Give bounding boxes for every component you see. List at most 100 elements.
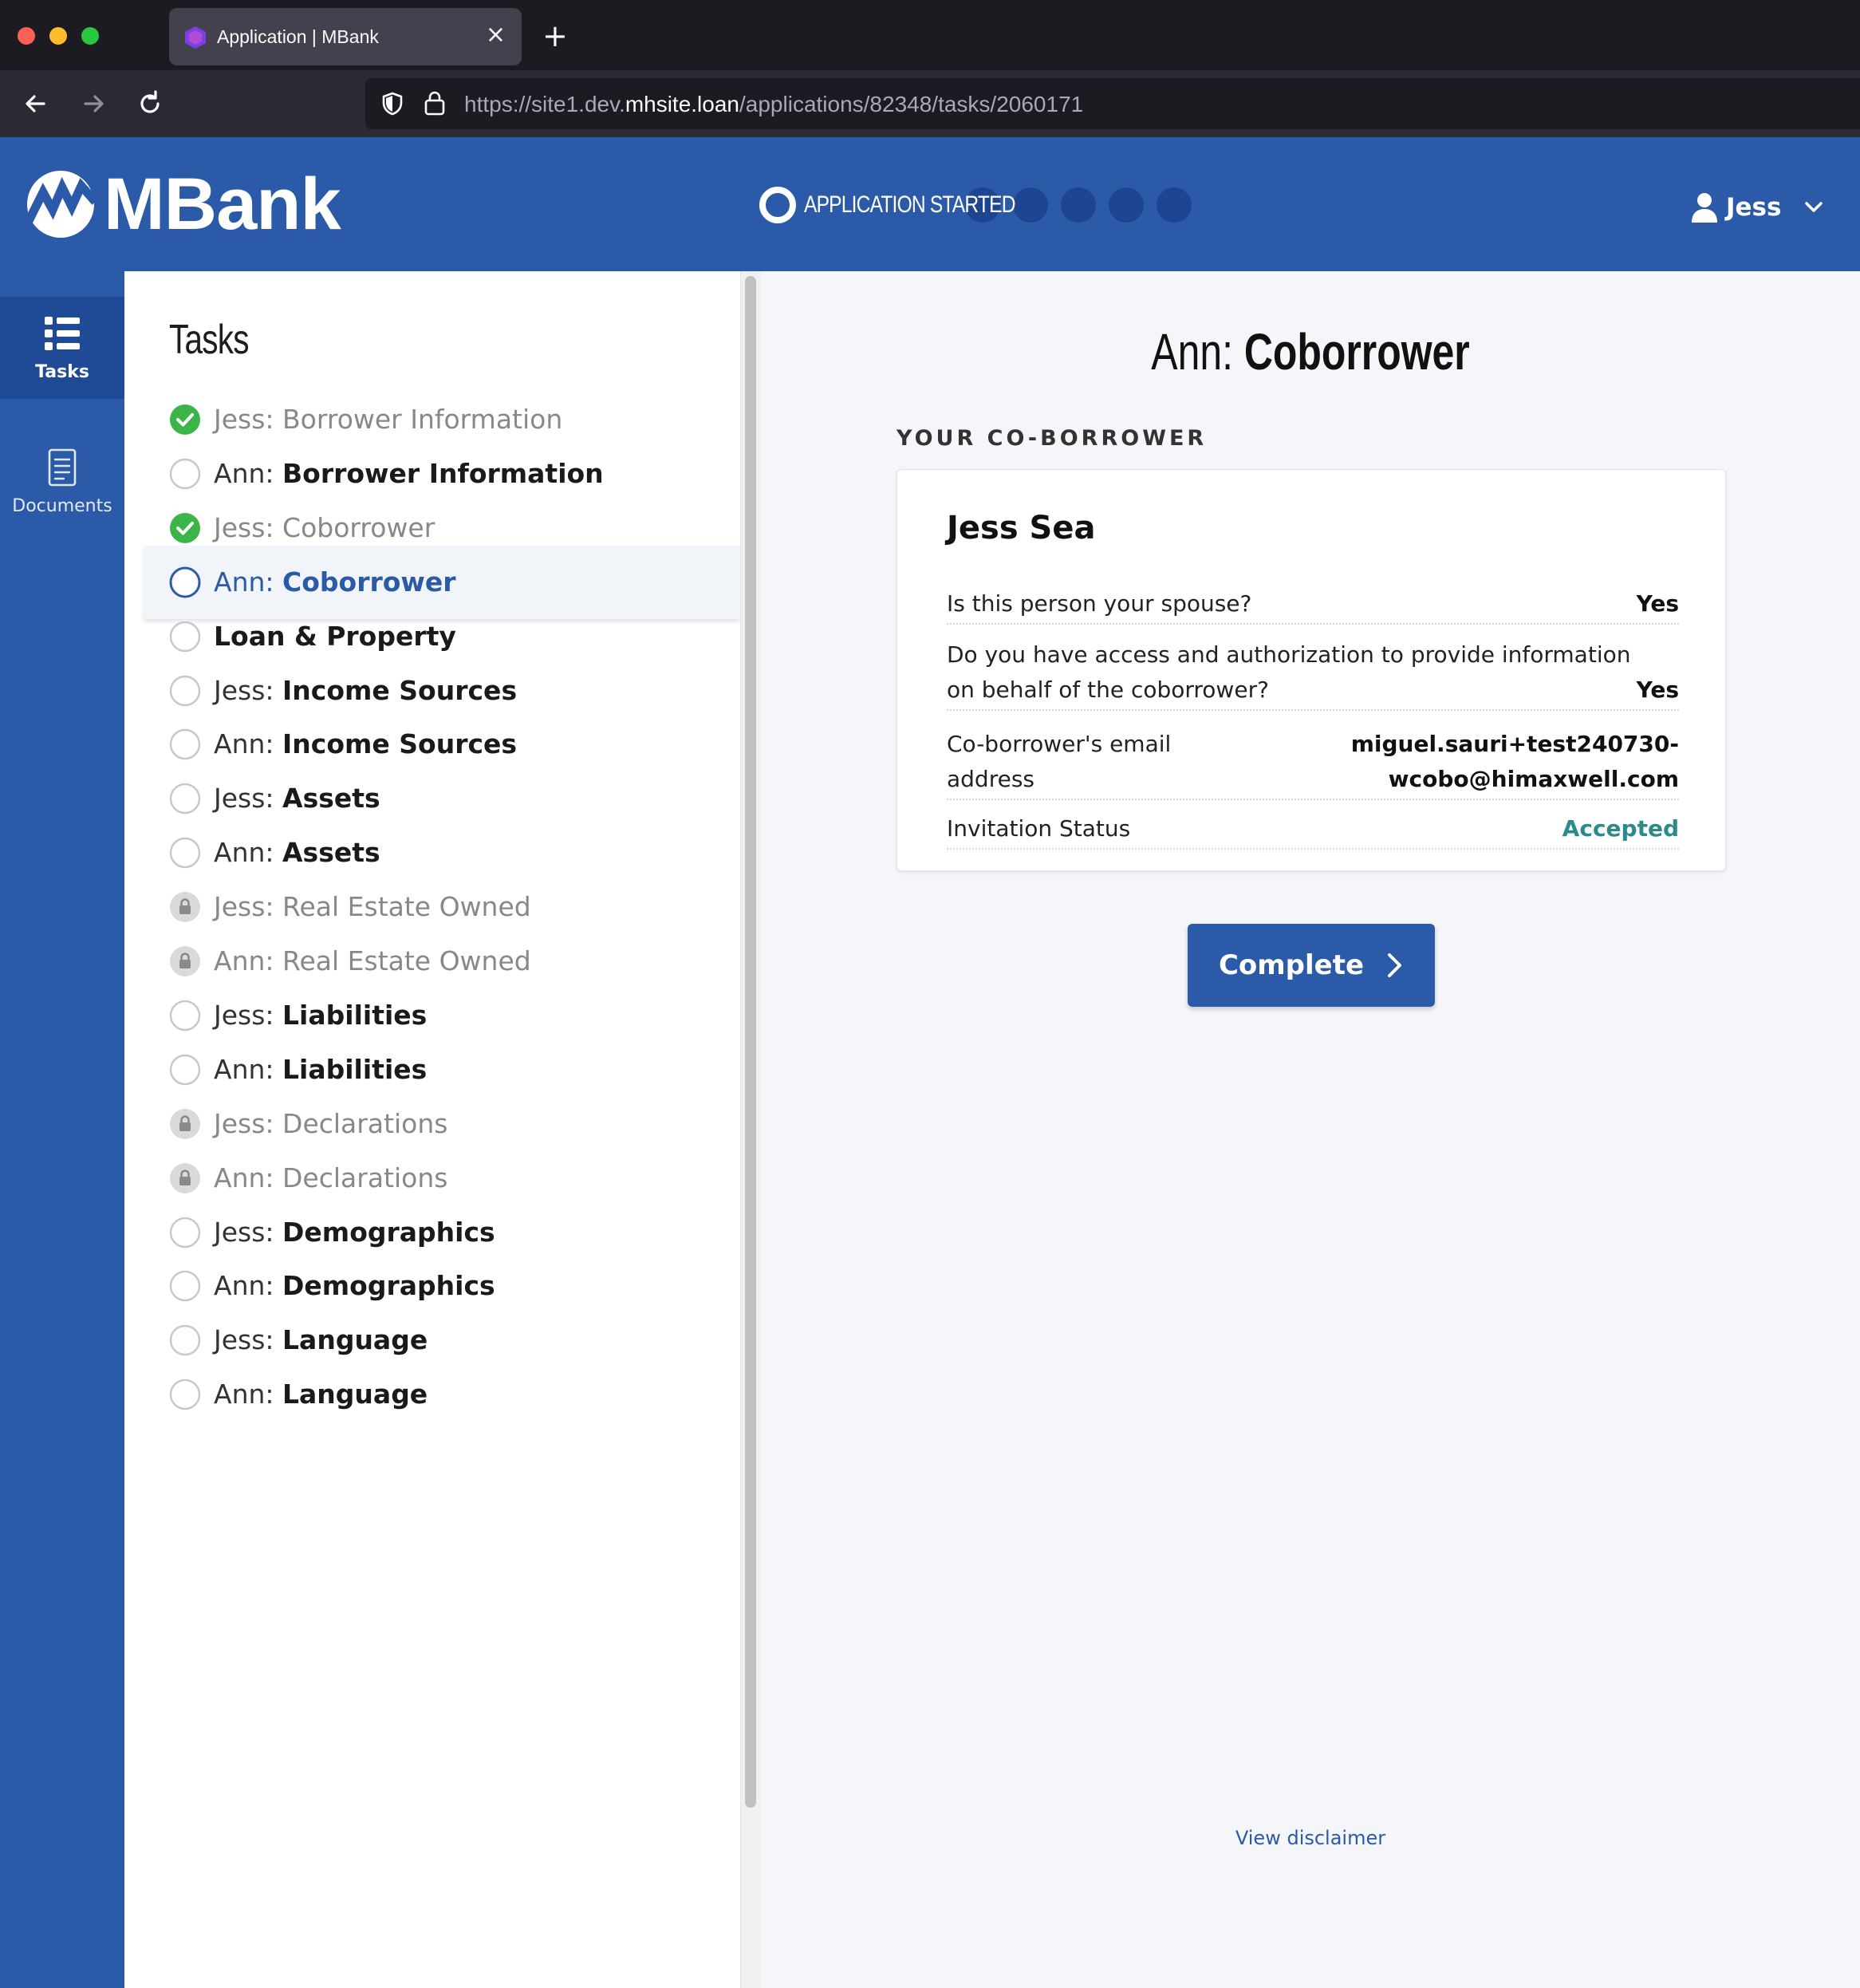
- authorization-row: Do you have access and authorization to …: [947, 626, 1679, 711]
- task-label: Jess: Assets: [214, 783, 380, 815]
- check-circle-icon: [170, 404, 200, 435]
- shield-icon[interactable]: [380, 91, 405, 116]
- task-label: Ann: Real Estate Owned: [214, 945, 531, 976]
- circle-outline-icon: [169, 729, 201, 760]
- tab-title: Application | MBank: [217, 26, 379, 47]
- spouse-value: Yes: [1636, 590, 1679, 617]
- mbank-logo[interactable]: MBank: [22, 168, 341, 241]
- task-label: Jess: Language: [214, 1324, 428, 1356]
- mbank-favicon-icon: [185, 26, 206, 49]
- task-label: Loan & Property: [214, 620, 456, 652]
- tab-close-icon[interactable]: ×: [486, 23, 506, 47]
- page-title: Ann: Coborrower: [1151, 323, 1470, 381]
- circle-outline-icon: [169, 1379, 201, 1410]
- complete-button[interactable]: Complete: [1188, 924, 1435, 1007]
- circle-outline-icon: [169, 1271, 201, 1302]
- new-tab-icon[interactable]: +: [542, 21, 568, 51]
- tasks-scrollbar-thumb[interactable]: [745, 276, 756, 1808]
- circle-outline-icon: [169, 675, 201, 706]
- progress-step: [1061, 187, 1096, 223]
- chevron-down-icon: [1805, 202, 1823, 212]
- task-label: Ann: Declarations: [214, 1162, 448, 1193]
- task-label: Jess: Declarations: [214, 1107, 448, 1139]
- user-icon: [1692, 193, 1717, 223]
- browser-tab[interactable]: Application | MBank ×: [169, 8, 522, 65]
- lock-icon: [170, 1108, 200, 1139]
- browser-nav-bar: https://site1.dev.mhsite.loan/applicatio…: [0, 70, 1860, 137]
- lock-icon: [170, 892, 200, 923]
- task-label: Ann: Borrower Information: [214, 457, 604, 489]
- invitation-status-value: Accepted: [1562, 815, 1679, 842]
- email-value: miguel.sauri+test240730- wcobo@himaxwell.…: [1350, 731, 1679, 792]
- task-label: Ann: Income Sources: [214, 728, 518, 760]
- authorization-value: Yes: [1636, 676, 1679, 703]
- rail-item-tasks[interactable]: Tasks: [0, 297, 124, 399]
- invitation-status-label: Invitation Status: [947, 815, 1131, 842]
- progress-step-current: [759, 187, 796, 223]
- task-label: Jess: Coborrower: [214, 511, 435, 543]
- email-label: Co-borrower's email address: [947, 731, 1172, 792]
- progress-step: [1109, 187, 1144, 223]
- task-label: Jess: Liabilities: [214, 999, 428, 1031]
- mbank-logo-mark-icon: [24, 171, 99, 238]
- brand-name: MBank: [104, 164, 341, 245]
- circle-outline-icon: [169, 566, 201, 598]
- tasks-panel: Tasks Jess: Borrower Information Ann: Bor…: [124, 271, 740, 1988]
- tasks-heading: Tasks: [169, 317, 250, 363]
- circle-outline-icon: [169, 1054, 201, 1085]
- task-item[interactable]: Ann: Language: [144, 1358, 740, 1431]
- task-label: Ann: Liabilities: [214, 1053, 428, 1085]
- rail-label-tasks: Tasks: [35, 362, 89, 382]
- forward-arrow-icon[interactable]: [77, 88, 109, 120]
- lock-icon: [170, 946, 200, 976]
- progress-label: APPLICATION STARTED: [804, 191, 1015, 218]
- lock-icon[interactable]: [423, 89, 447, 116]
- window-close-button[interactable]: [18, 27, 35, 45]
- task-label: Jess: Real Estate Owned: [214, 891, 531, 923]
- list-icon: [45, 317, 80, 350]
- check-circle-icon: [170, 512, 200, 543]
- rail-item-documents[interactable]: Documents: [0, 431, 124, 533]
- user-menu[interactable]: Jess: [1691, 190, 1824, 225]
- window-minimize-button[interactable]: [49, 27, 67, 45]
- task-label: Ann: Language: [214, 1379, 428, 1410]
- coborrower-name: Jess Sea: [947, 510, 1096, 546]
- task-label: Ann: Demographics: [214, 1270, 495, 1302]
- document-icon: [48, 448, 77, 487]
- application-progress: APPLICATION STARTED: [759, 187, 1192, 223]
- main-content: Ann: Coborrower YOUR CO-BORROWER Jess Se…: [761, 271, 1860, 1988]
- user-name: Jess: [1726, 193, 1782, 222]
- invitation-status-row: Invitation Status Accepted: [947, 802, 1679, 850]
- circle-outline-icon: [169, 1000, 201, 1031]
- back-arrow-icon[interactable]: [20, 88, 52, 120]
- section-label: YOUR CO-BORROWER: [897, 426, 1208, 451]
- circle-outline-icon: [169, 783, 201, 815]
- task-label: Ann: Assets: [214, 837, 380, 869]
- email-row: Co-borrower's email address miguel.sauri+…: [947, 714, 1679, 800]
- circle-outline-icon: [169, 621, 201, 652]
- task-label: Jess: Income Sources: [214, 674, 518, 706]
- task-label: Ann: Coborrower: [214, 566, 456, 598]
- progress-step: [1013, 187, 1048, 223]
- authorization-label: Do you have access and authorization to …: [947, 641, 1631, 703]
- window-zoom-button[interactable]: [81, 27, 99, 45]
- view-disclaimer-link[interactable]: View disclaimer: [761, 1827, 1860, 1849]
- rail-label-documents: Documents: [12, 496, 112, 516]
- circle-outline-icon: [169, 837, 201, 869]
- address-bar[interactable]: https://site1.dev.mhsite.loan/applicatio…: [365, 78, 1860, 129]
- lock-icon: [170, 1162, 200, 1193]
- task-label: Jess: Demographics: [214, 1216, 495, 1248]
- progress-step: [1157, 187, 1192, 223]
- spouse-row: Is this person your spouse? Yes: [947, 577, 1679, 625]
- complete-button-label: Complete: [1218, 949, 1365, 981]
- reload-icon[interactable]: [134, 88, 166, 120]
- app-header: MBank APPLICATION STARTED Jess: [0, 137, 1860, 271]
- circle-outline-icon: [169, 458, 201, 490]
- url-text: https://site1.dev.mhsite.loan/applicatio…: [464, 92, 1084, 116]
- circle-outline-icon: [169, 1325, 201, 1356]
- circle-outline-icon: [169, 1217, 201, 1248]
- task-label: Jess: Borrower Information: [214, 404, 563, 435]
- spouse-label: Is this person your spouse?: [947, 590, 1252, 617]
- left-rail: Tasks Documents: [0, 271, 124, 1988]
- coborrower-card: Jess Sea Is this person your spouse? Yes…: [897, 469, 1726, 871]
